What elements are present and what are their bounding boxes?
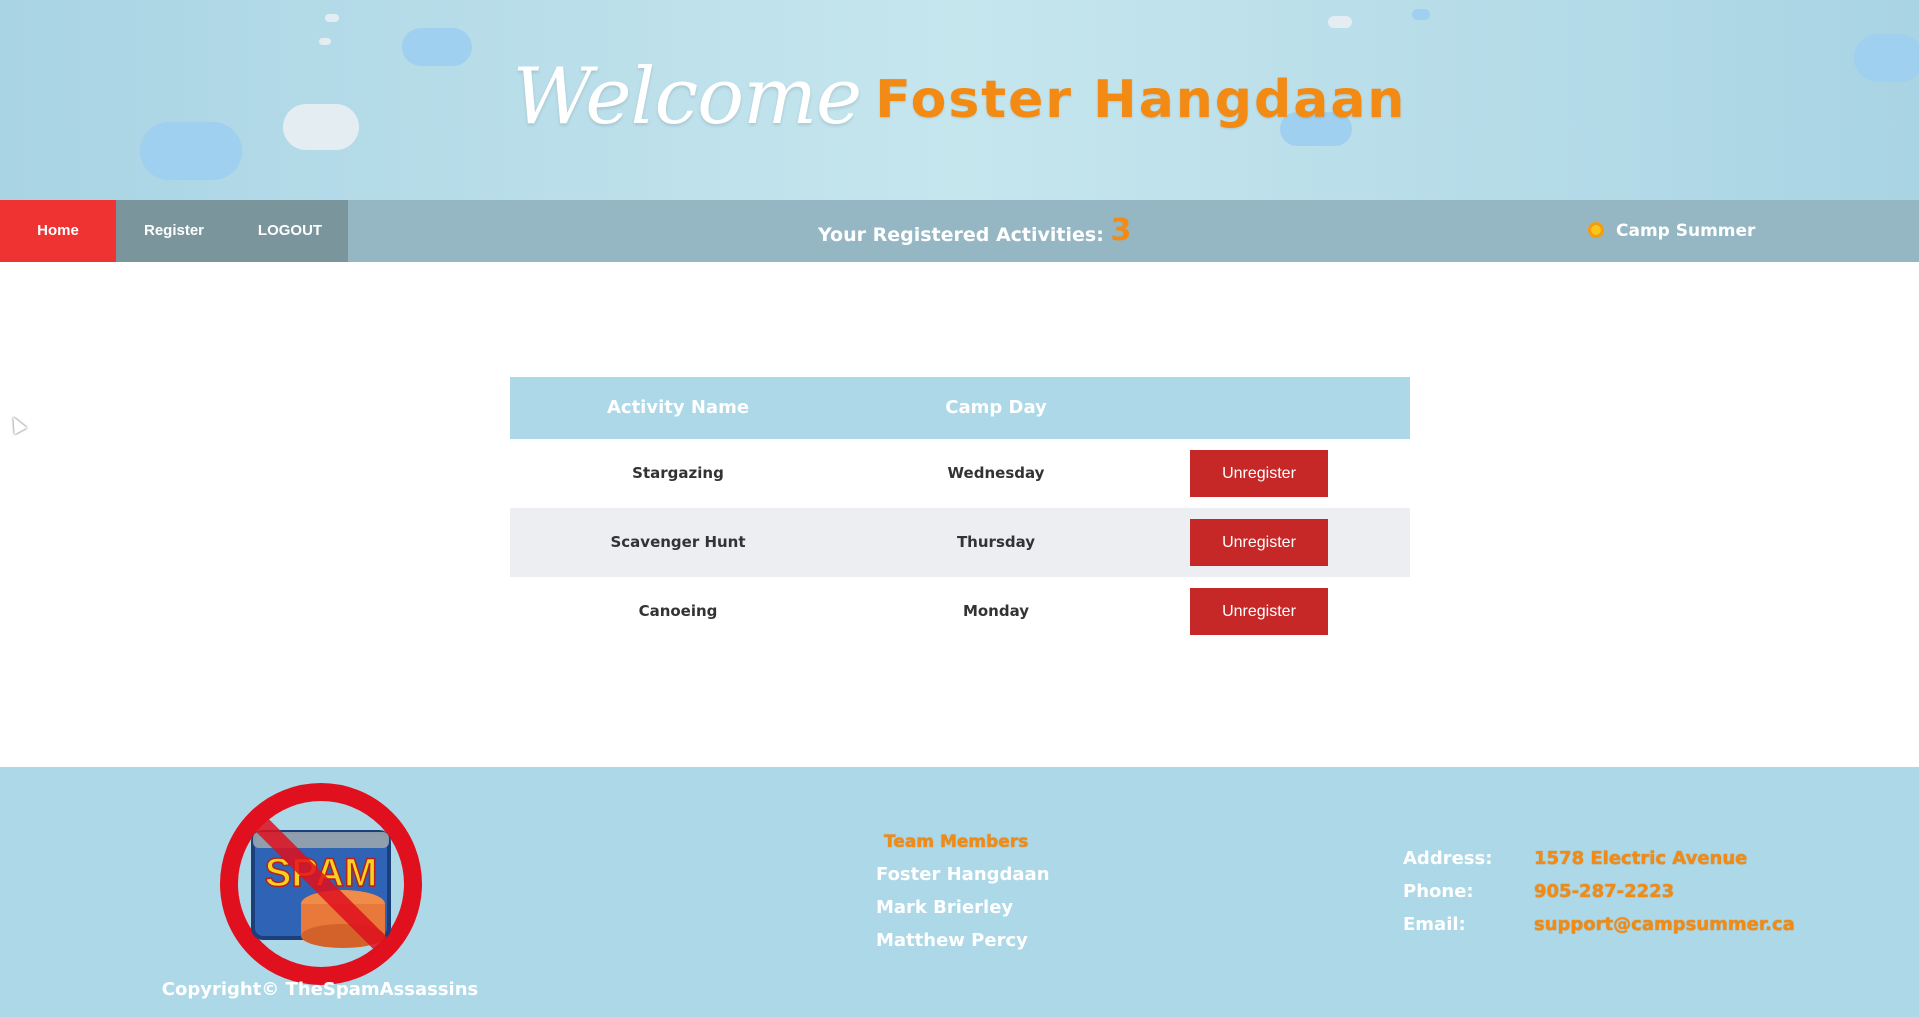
camp-day-cell: Wednesday [947, 464, 1045, 482]
cloud-decoration [325, 14, 339, 22]
email-label: Email: [1403, 914, 1466, 935]
cloud-decoration [1328, 16, 1352, 28]
header-banner: Welcome Foster Hangdaan [0, 0, 1919, 200]
nav-home-link[interactable]: Home [0, 200, 116, 262]
team-member-item: Mark Brierley [876, 897, 1014, 918]
welcome-heading: Welcome Foster Hangdaan [0, 52, 1919, 142]
team-member-item: Foster Hangdaan [876, 864, 1050, 885]
table-header: Activity Name Camp Day [510, 377, 1410, 439]
phone-label: Phone: [1403, 881, 1474, 902]
registered-activities-count: 3 [1110, 213, 1132, 248]
registered-activities-label: Your Registered Activities: [818, 224, 1104, 246]
registered-activities-table: Activity Name Camp Day Stargazing Wednes… [510, 377, 1410, 646]
site-brand: Camp Summer [1588, 200, 1755, 262]
mouse-cursor-icon [7, 413, 27, 435]
camp-day-cell: Thursday [956, 533, 1036, 551]
address-label: Address: [1403, 848, 1493, 869]
footer: SPAM Copyright© TheSpamAssassins Team Me… [0, 767, 1919, 1017]
no-spam-logo-icon: SPAM [220, 783, 422, 985]
registered-activities-counter: Your Registered Activities: 3 [818, 200, 1131, 262]
activity-name-cell: Stargazing [632, 464, 724, 482]
nav-group: Register LOGOUT [116, 200, 348, 262]
column-header-action [1146, 377, 1410, 439]
email-link[interactable]: support@campsummer.ca [1534, 914, 1795, 935]
camp-day-cell: Monday [962, 602, 1030, 620]
activity-name-cell: Scavenger Hunt [610, 533, 746, 551]
brand-name: Camp Summer [1616, 221, 1756, 241]
nav-register-link[interactable]: Register [116, 200, 232, 262]
unregister-button[interactable]: Unregister [1190, 519, 1328, 566]
column-header-activity: Activity Name [606, 397, 750, 418]
copyright-text: Copyright© TheSpamAssassins [161, 979, 479, 1000]
team-members-title: Team Members [884, 832, 1029, 852]
user-name: Foster Hangdaan [875, 70, 1407, 130]
cloud-decoration [1412, 9, 1430, 20]
column-header-day: Camp Day [945, 397, 1047, 418]
sun-icon [1588, 222, 1604, 238]
cloud-decoration [319, 38, 331, 45]
phone-value[interactable]: 905-287-2223 [1534, 881, 1674, 902]
nav-bar: Home Register LOGOUT Your Registered Act… [0, 200, 1919, 262]
unregister-button[interactable]: Unregister [1190, 588, 1328, 635]
table-row: Canoeing Monday Unregister [510, 577, 1410, 646]
table-row: Scavenger Hunt Thursday Unregister [510, 508, 1410, 577]
activity-name-cell: Canoeing [638, 602, 718, 620]
nav-logout-link[interactable]: LOGOUT [232, 200, 348, 262]
team-member-item: Matthew Percy [876, 930, 1028, 951]
welcome-text: Welcome [512, 52, 863, 142]
table-row: Stargazing Wednesday Unregister [510, 439, 1410, 508]
address-value: 1578 Electric Avenue [1534, 848, 1748, 869]
unregister-button[interactable]: Unregister [1190, 450, 1328, 497]
